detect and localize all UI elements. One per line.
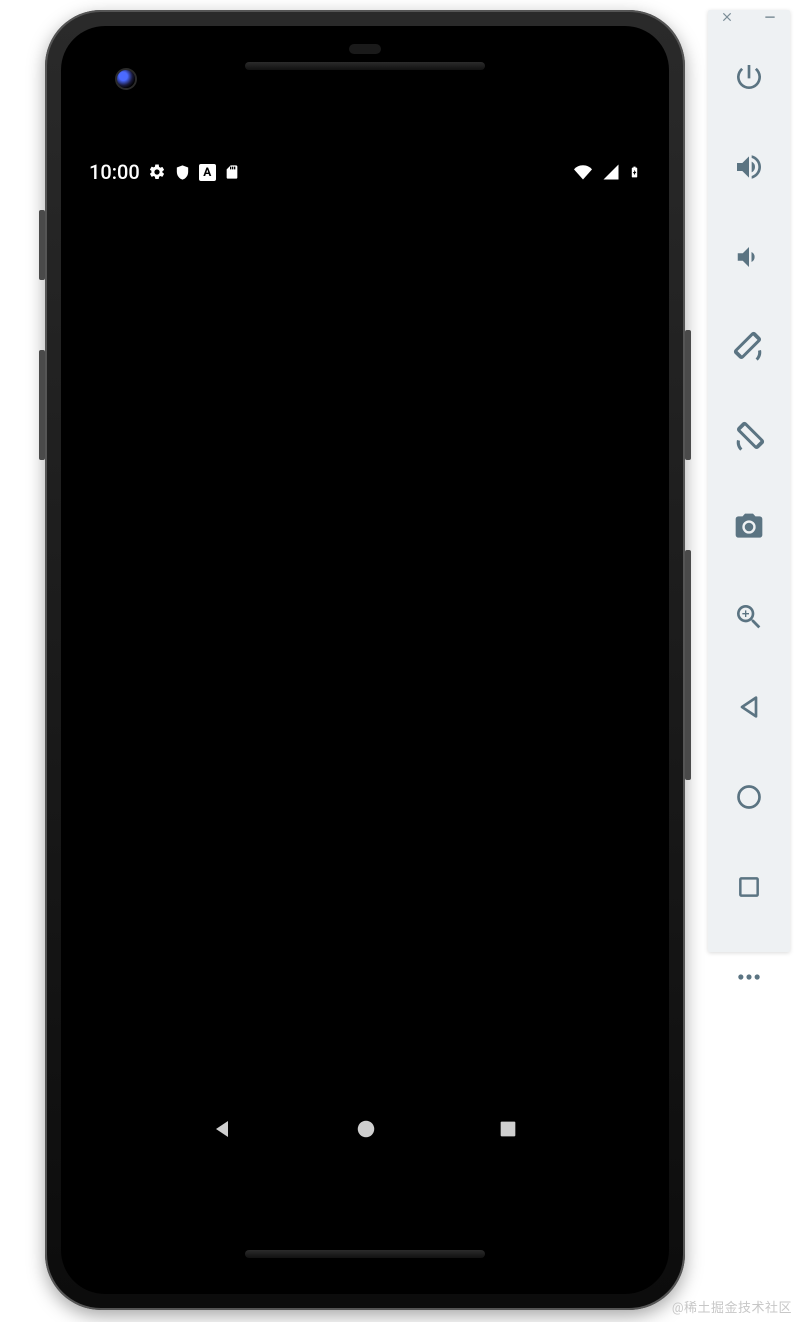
zoom-in-icon (733, 601, 765, 633)
watermark-text: @稀土掘金技术社区 (672, 1297, 792, 1316)
sensor-notch (349, 44, 381, 54)
cellular-icon (602, 163, 620, 181)
volume-up-icon (733, 151, 765, 183)
toolbar-buttons (708, 28, 790, 998)
android-nav-home-button[interactable] (355, 1118, 377, 1140)
rotate-right-icon (731, 419, 767, 455)
screenshot-button[interactable] (728, 506, 770, 548)
android-nav-overview-button[interactable] (497, 1118, 519, 1140)
device-side-button (39, 210, 45, 280)
status-bar-clock: 10:00 (89, 160, 140, 184)
zoom-button[interactable] (728, 596, 770, 638)
android-navigation-bar (61, 1084, 669, 1174)
shield-icon (174, 164, 191, 181)
device-side-button (39, 350, 45, 460)
close-button[interactable] (720, 10, 734, 28)
toolbar-more-button[interactable] (728, 956, 770, 998)
camera-icon (733, 511, 765, 543)
android-status-bar[interactable]: 10:00 A (61, 146, 669, 194)
sd-card-icon (224, 163, 240, 181)
rotate-left-icon (731, 329, 767, 365)
device-side-button (685, 550, 691, 780)
settings-icon (148, 163, 166, 181)
home-circle-icon (735, 783, 763, 811)
power-button[interactable] (728, 56, 770, 98)
emulator-toolbar (708, 10, 790, 952)
toolbar-overview-button[interactable] (728, 866, 770, 908)
bottom-speaker (245, 1250, 485, 1258)
more-horizontal-icon (735, 963, 763, 991)
volume-up-button[interactable] (728, 146, 770, 188)
power-icon (733, 61, 765, 93)
earpiece-speaker (245, 62, 485, 70)
back-triangle-icon (735, 693, 763, 721)
device-side-button (685, 330, 691, 460)
minimize-icon (762, 10, 778, 24)
badge-a-icon: A (199, 164, 216, 181)
device-bezel: 10:00 A (61, 26, 669, 1294)
volume-down-icon (734, 242, 764, 272)
front-camera (117, 70, 135, 88)
android-nav-back-button[interactable] (211, 1117, 235, 1141)
wifi-icon (572, 163, 594, 181)
emulator-device-frame: 10:00 A (45, 10, 685, 1310)
device-screen[interactable]: 10:00 A (61, 146, 669, 1174)
battery-charging-icon (628, 162, 641, 182)
status-bar-left: 10:00 A (89, 160, 240, 184)
rotate-left-button[interactable] (728, 326, 770, 368)
screen-content[interactable] (61, 194, 669, 1084)
toolbar-home-button[interactable] (728, 776, 770, 818)
status-bar-right (572, 162, 641, 182)
volume-down-button[interactable] (728, 236, 770, 278)
close-icon (720, 10, 734, 24)
toolbar-back-button[interactable] (728, 686, 770, 728)
rotate-right-button[interactable] (728, 416, 770, 458)
minimize-button[interactable] (762, 10, 778, 28)
overview-square-icon (736, 874, 762, 900)
toolbar-window-controls (708, 10, 790, 28)
